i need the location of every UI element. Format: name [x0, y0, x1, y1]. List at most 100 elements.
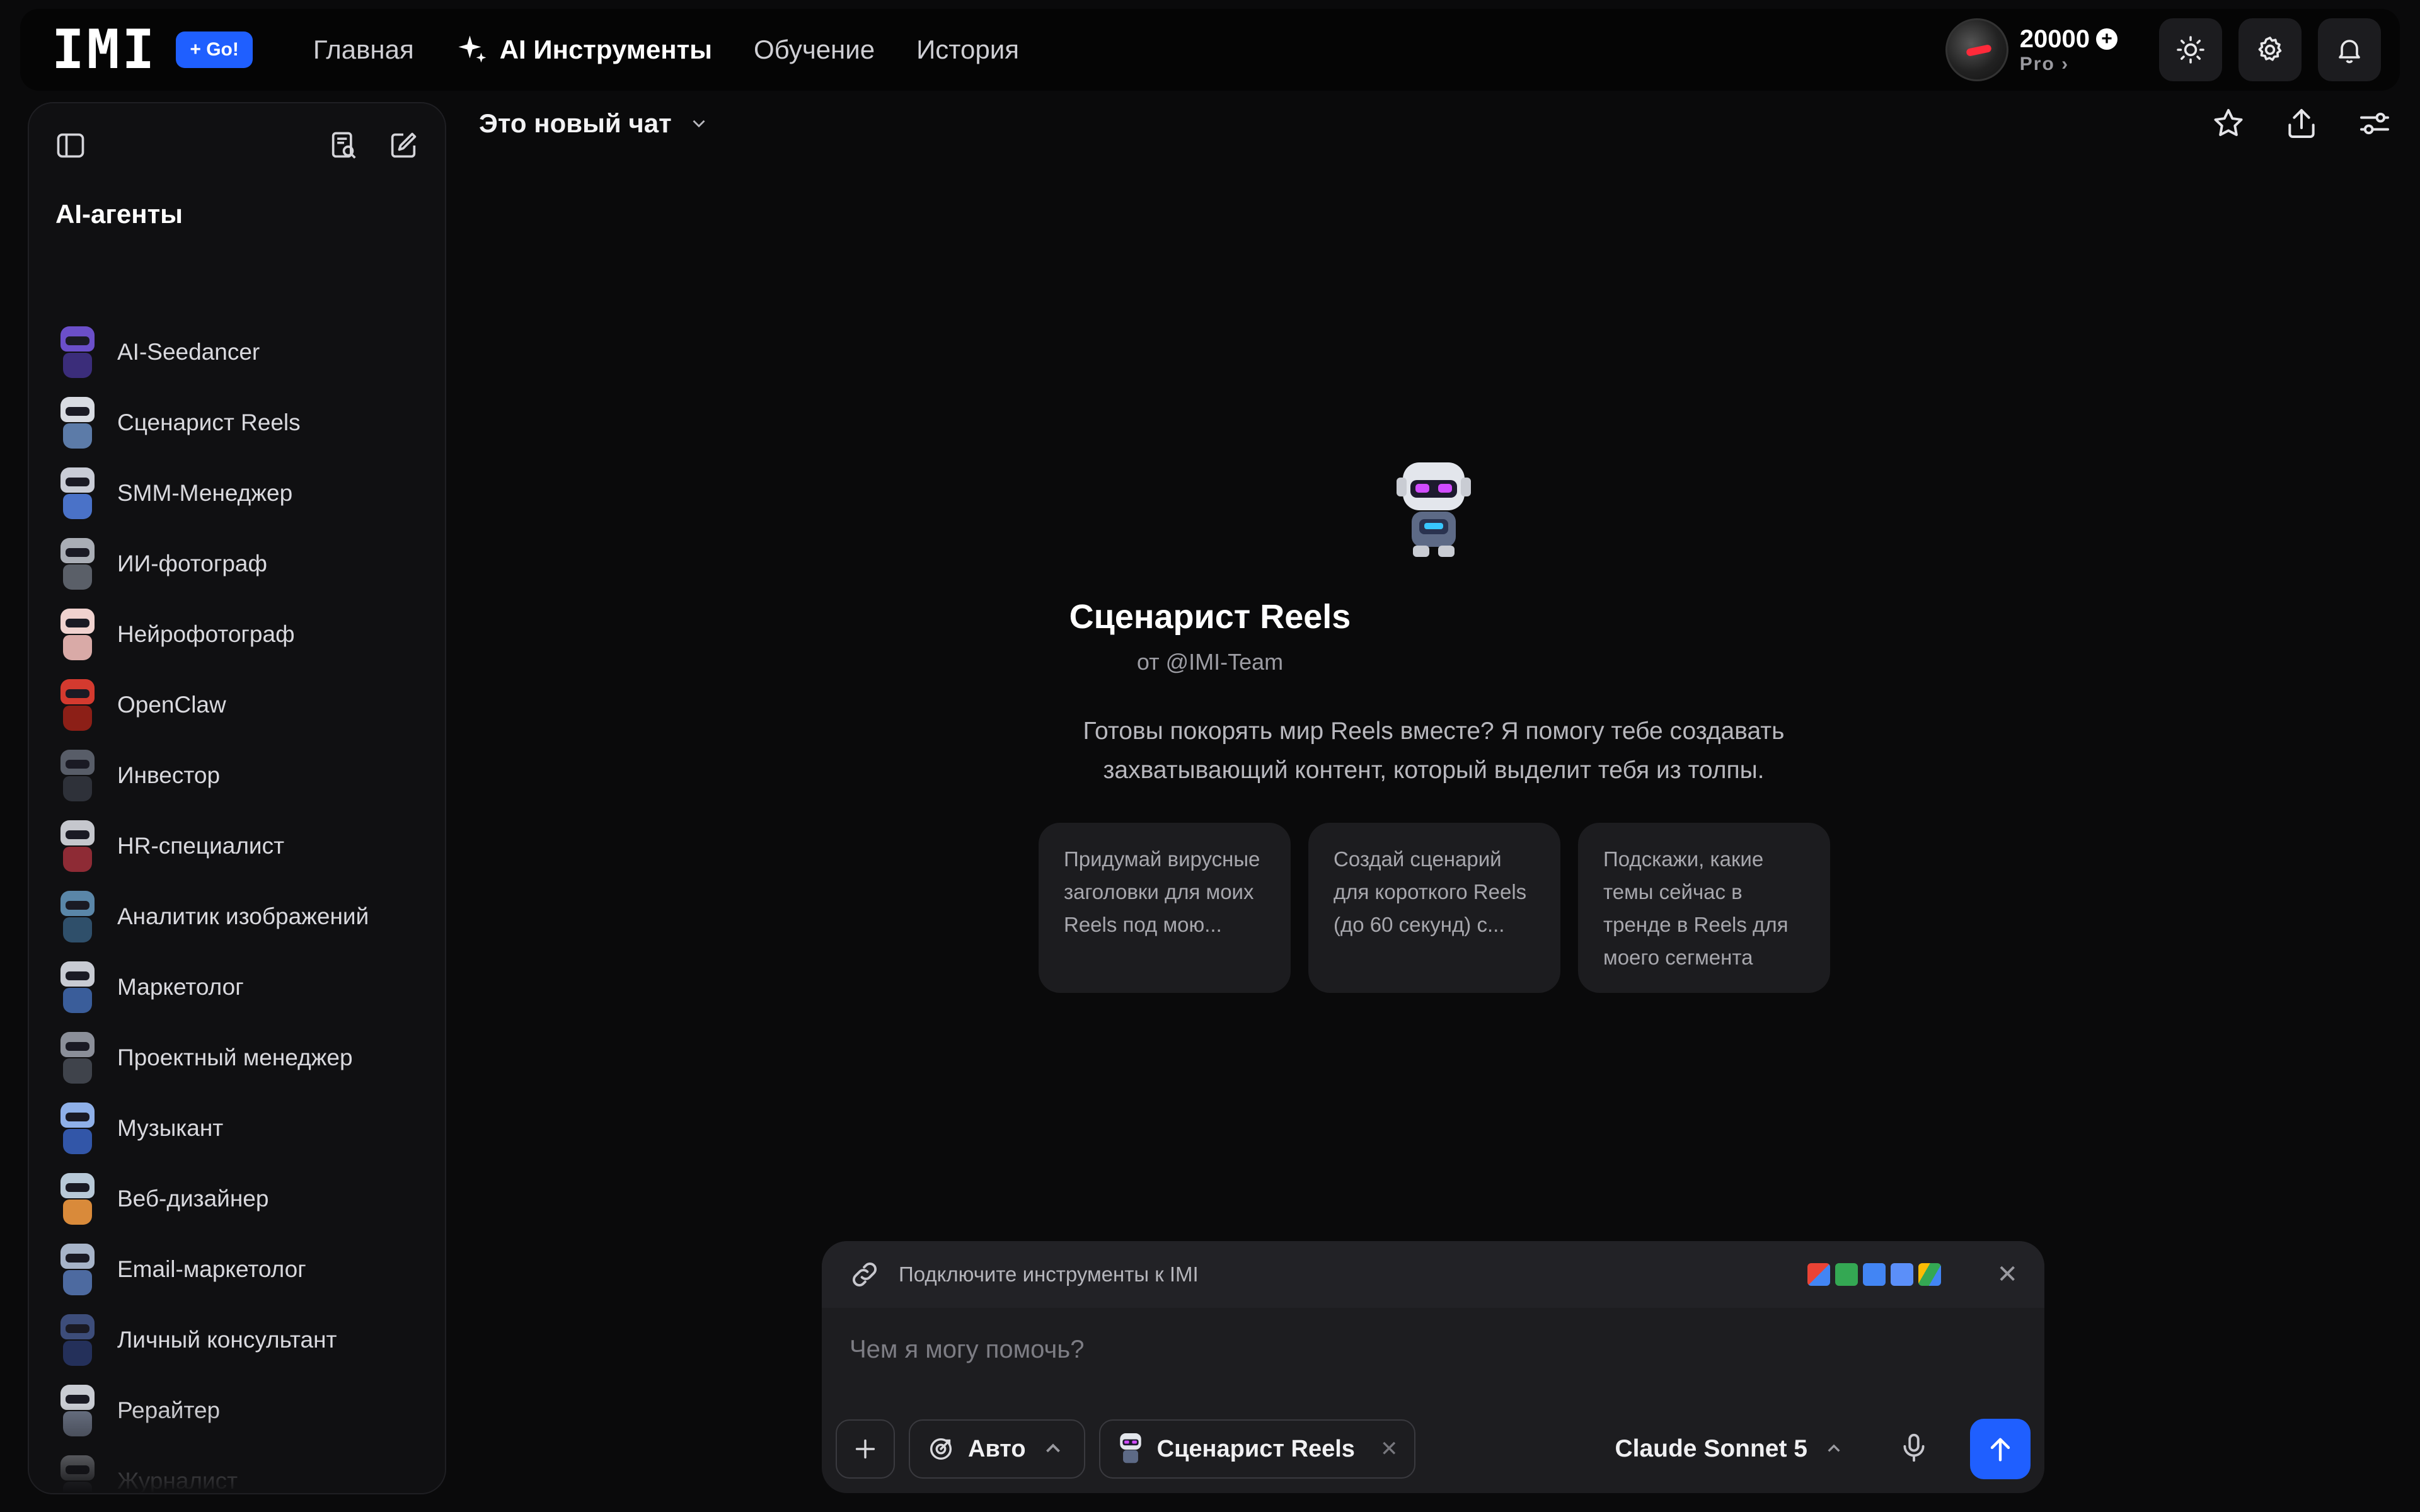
sidebar-toggle-icon[interactable] — [54, 129, 87, 162]
suggestion-card[interactable]: Подскажи, какие темы сейчас в тренде в R… — [1578, 823, 1830, 993]
gear-icon — [2258, 37, 2282, 61]
target-icon — [930, 1438, 952, 1460]
plus-icon — [855, 1439, 875, 1459]
integration-app-icons — [1807, 1263, 1942, 1286]
nav-history[interactable]: История — [916, 35, 1019, 65]
message-input[interactable]: Чем я могу помочь? — [850, 1336, 1084, 1364]
sidebar-agent-item[interactable]: ИИ-фотограф — [57, 536, 435, 592]
plan-link[interactable]: Pro › — [2020, 54, 2118, 75]
sidebar-agent-item[interactable]: AI-Seedancer — [57, 324, 435, 381]
composer-toolbar: Авто Сценарист Reels ✕ Claude Sonnet 5 — [836, 1419, 2031, 1479]
search-chats-icon[interactable] — [328, 129, 360, 162]
voice-input-button[interactable] — [1897, 1431, 1931, 1468]
agent-name-label: OpenClaw — [117, 692, 226, 718]
mode-label: Авто — [968, 1435, 1026, 1462]
notifications-button[interactable] — [2318, 18, 2381, 81]
nav-learning-label: Обучение — [754, 35, 875, 64]
share-icon[interactable] — [2284, 106, 2319, 141]
arrow-up-icon — [1990, 1438, 2010, 1462]
agent-avatar-icon — [57, 397, 98, 449]
balance-widget[interactable]: 20000 + Pro › — [1945, 18, 2118, 81]
agent-name-label: Личный консультант — [117, 1327, 337, 1353]
theme-toggle-button[interactable] — [2159, 18, 2222, 81]
mode-selector[interactable]: Авто — [909, 1419, 1085, 1479]
add-balance-icon[interactable]: + — [2096, 28, 2118, 50]
nav-history-label: История — [916, 35, 1019, 64]
sidebar-agent-item[interactable]: Проектный менеджер — [57, 1029, 435, 1086]
sidebar-agent-item[interactable]: HR-специалист — [57, 818, 435, 874]
agent-name-label: AI-Seedancer — [117, 339, 260, 365]
agent-name-label: Маркетолог — [117, 974, 244, 1000]
suggestion-cards: Придумай вирусные заголовки для моих Ree… — [1039, 823, 1830, 993]
go-badge[interactable]: + Go! — [176, 32, 253, 68]
agent-chip[interactable]: Сценарист Reels ✕ — [1098, 1419, 1416, 1479]
nav-home-label: Главная — [313, 35, 414, 64]
agent-name-label: Инвестор — [117, 762, 221, 788]
nav-learning[interactable]: Обучение — [754, 35, 875, 65]
sidebar-agent-item[interactable]: Сценарист Reels — [57, 394, 435, 451]
sidebar-agent-item[interactable]: OpenClaw — [57, 677, 435, 733]
close-banner-icon[interactable]: ✕ — [1997, 1260, 2018, 1289]
microphone-icon — [1903, 1433, 1925, 1462]
sidebar-agent-item[interactable]: Инвестор — [57, 747, 435, 804]
new-chat-icon[interactable] — [387, 129, 420, 162]
gmail-icon — [1807, 1263, 1831, 1286]
sidebar-toolbar — [54, 117, 420, 174]
agent-name-label: Веб-дизайнер — [117, 1186, 269, 1211]
sheets-icon — [1835, 1263, 1858, 1286]
message-composer: Подключите инструменты к IMI ✕ Чем я мог… — [822, 1241, 2044, 1493]
chevron-up-icon — [1828, 1444, 1840, 1452]
agent-avatar-icon — [57, 467, 98, 519]
top-navigation-bar: IMI + Go! Главная AI Инструменты Обучени… — [20, 9, 2400, 91]
settings-button[interactable] — [2238, 18, 2302, 81]
sidebar-agent-item[interactable]: Музыкант — [57, 1100, 435, 1157]
balance-amount: 20000 — [2019, 25, 2090, 53]
send-button[interactable] — [1970, 1419, 2031, 1479]
calendar-icon — [1863, 1263, 1886, 1286]
remove-agent-icon[interactable]: ✕ — [1380, 1436, 1398, 1462]
sidebar-agent-item[interactable]: Email-маркетолог — [57, 1241, 435, 1298]
chevron-up-icon — [1046, 1443, 1060, 1453]
agent-avatar-icon — [57, 891, 98, 942]
agent-avatar-icon — [57, 538, 98, 590]
agent-avatar-icon — [57, 1244, 98, 1295]
chat-title: Это новый чат — [479, 108, 672, 138]
agent-chip-avatar — [1119, 1433, 1141, 1463]
agent-avatar-icon — [57, 679, 98, 731]
sidebar-agent-item[interactable]: Маркетолог — [57, 959, 435, 1016]
agent-name-label: Музыкант — [117, 1115, 224, 1141]
sidebar-agent-item[interactable]: SMM-Менеджер — [57, 465, 435, 522]
agent-name-label: Сценарист Reels — [117, 410, 301, 435]
nav-ai-tools[interactable]: AI Инструменты — [456, 33, 712, 67]
sidebar-agent-item[interactable]: Аналитик изображений — [57, 888, 435, 945]
agent-name-label: ИИ-фотограф — [117, 551, 267, 576]
connect-tools-banner[interactable]: Подключите инструменты к IMI ✕ — [822, 1241, 2044, 1308]
sidebar-agent-item[interactable]: Веб-дизайнер — [57, 1171, 435, 1227]
model-selector[interactable]: Claude Sonnet 5 — [1615, 1435, 1847, 1463]
agent-name-label: Проектный менеджер — [117, 1045, 353, 1070]
drive-icon — [1918, 1263, 1942, 1286]
model-label: Claude Sonnet 5 — [1615, 1435, 1807, 1462]
bell-icon — [2339, 40, 2360, 64]
agent-avatar-icon — [57, 750, 98, 801]
suggestion-card[interactable]: Придумай вирусные заголовки для моих Ree… — [1039, 823, 1291, 993]
user-avatar[interactable] — [1945, 18, 2008, 81]
agent-avatar-icon — [57, 1314, 98, 1366]
agent-avatar-icon — [57, 326, 98, 378]
top-right-controls: 20000 + Pro › — [1945, 18, 2381, 81]
sidebar-agent-item[interactable]: Личный консультант — [57, 1312, 435, 1368]
sliders-icon[interactable] — [2357, 106, 2392, 141]
star-icon[interactable] — [2211, 106, 2246, 141]
chat-actions — [2211, 106, 2392, 141]
sparkle-icon — [458, 35, 487, 63]
main-nav: Главная AI Инструменты Обучение История — [313, 33, 1019, 67]
suggestion-card[interactable]: Создай сценарий для короткого Reels (до … — [1308, 823, 1560, 993]
nav-home[interactable]: Главная — [313, 35, 414, 65]
agent-name: Сценарист Reels — [1069, 598, 1351, 636]
imi-logo[interactable]: IMI — [52, 18, 157, 81]
agent-chip-label: Сценарист Reels — [1156, 1435, 1355, 1462]
attach-button[interactable] — [836, 1419, 895, 1479]
agent-avatar-icon — [57, 1032, 98, 1084]
chat-title-dropdown[interactable]: Это новый чат — [479, 108, 710, 139]
nav-ai-tools-label: AI Инструменты — [499, 35, 713, 64]
